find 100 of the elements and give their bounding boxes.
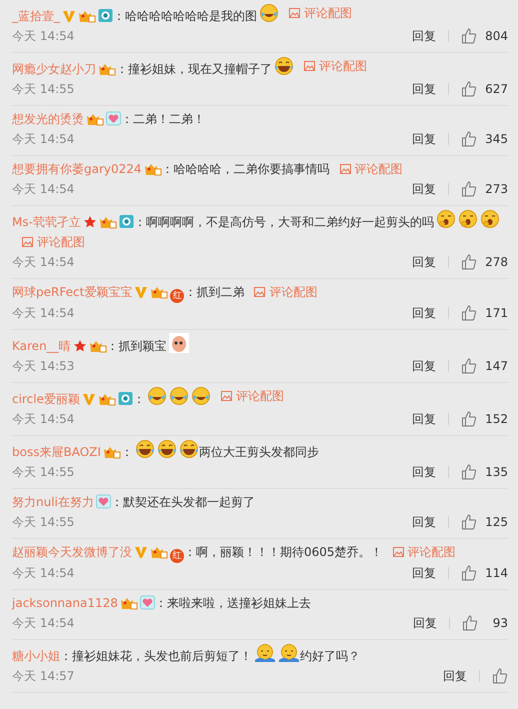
image-icon	[220, 391, 232, 401]
comment-time: 今天 14:55	[12, 464, 74, 481]
user-name-link[interactable]: 想要拥有你萎gary0224	[12, 162, 142, 176]
reply-link[interactable]: 回复	[412, 563, 436, 583]
level-icon	[88, 339, 107, 353]
reply-link[interactable]: 回复	[412, 409, 436, 429]
user-name-link[interactable]: 努力nuli在努力	[12, 495, 94, 509]
cartoon-sticker-icon	[168, 333, 189, 353]
comment-time: 今天 14:54	[12, 615, 74, 632]
comment-time: 今天 14:55	[12, 81, 74, 98]
level-icon	[98, 392, 116, 406]
camera-icon	[118, 391, 133, 406]
reply-link[interactable]: 回复	[413, 613, 437, 633]
reply-link[interactable]: 回复	[412, 356, 436, 376]
thumbs-up-icon[interactable]	[461, 358, 478, 374]
vip-icon	[62, 9, 76, 23]
reply-link[interactable]: 回复	[412, 512, 436, 532]
thumbs-up-icon[interactable]	[462, 615, 478, 631]
comment-picture-link[interactable]: 评论配图	[220, 386, 284, 406]
user-name-link[interactable]: circle爱丽颖	[12, 392, 80, 406]
level-icon	[102, 445, 121, 459]
level-icon	[150, 545, 168, 559]
reply-link[interactable]: 回复	[412, 179, 436, 199]
thumbs-up-icon[interactable]	[461, 28, 478, 44]
thumbs-up-icon[interactable]	[461, 565, 478, 581]
comment-time: 今天 14:57	[12, 668, 74, 685]
thumbs-up-icon[interactable]	[461, 514, 478, 530]
user-name-link[interactable]: Karen__晴	[12, 339, 71, 353]
level-icon	[86, 112, 104, 126]
user-name-link[interactable]: Ms-茕茕孑立	[12, 215, 81, 229]
thumbs-up-icon[interactable]	[461, 254, 478, 270]
user-name-link[interactable]: 糖小小姐	[12, 649, 60, 663]
comment-time: 今天 14:54	[12, 181, 74, 198]
thumbs-up-icon[interactable]	[492, 668, 508, 684]
like-count: 114	[485, 565, 508, 582]
vip-icon	[134, 285, 148, 299]
level-icon	[120, 596, 138, 610]
reply-link[interactable]: 回复	[412, 26, 436, 46]
level-icon	[98, 62, 116, 76]
like-count: 278	[485, 254, 508, 271]
reply-link[interactable]: 回复	[412, 303, 436, 323]
thumbs-up-icon[interactable]	[461, 411, 478, 427]
comment-picture-link[interactable]: 评论配图	[304, 56, 367, 76]
image-icon	[392, 547, 404, 557]
comment-text: ：撞衫姐妹，现在又撞帽子了	[116, 62, 272, 76]
like-count: 171	[485, 305, 508, 322]
crying-laugh-emoji-icon	[168, 386, 189, 406]
thumbs-up-icon[interactable]	[461, 81, 478, 97]
camera-icon	[118, 214, 134, 229]
user-name-link[interactable]: 赵丽颖今天发微博了没	[12, 545, 132, 559]
image-icon	[22, 237, 33, 247]
comment-text: ：来啦来啦，送撞衫姐妹上去	[154, 596, 311, 610]
user-name-link[interactable]: 想发光的烫烫	[12, 112, 84, 126]
like-count: 804	[485, 28, 508, 45]
comment-text: 两位大王剪头发都同步	[198, 445, 319, 459]
like-count: 125	[485, 514, 508, 531]
crying-laugh-emoji-icon	[146, 386, 167, 406]
comment-picture-link[interactable]: 评论配图	[392, 542, 456, 562]
thumbs-up-icon[interactable]	[461, 464, 478, 480]
vip-icon	[134, 545, 148, 559]
yawning-emoji-icon	[458, 209, 478, 229]
thumbs-up-icon[interactable]	[461, 181, 478, 197]
thumbs-up-icon[interactable]	[461, 131, 478, 147]
crying-laugh-emoji-icon	[259, 3, 279, 23]
comment-time: 今天 14:55	[12, 514, 74, 531]
image-icon	[254, 287, 266, 297]
shy-emoji-icon	[278, 643, 300, 663]
level-icon	[144, 162, 162, 176]
laughing-emoji-icon	[156, 439, 177, 459]
comment-time: 今天 14:54	[12, 28, 74, 45]
user-name-link[interactable]: 网瘾少女赵小刀	[12, 62, 96, 76]
yawning-emoji-icon	[436, 209, 456, 229]
user-name-link[interactable]: boss来屉BAOZI	[12, 445, 101, 459]
reply-link[interactable]: 回复	[412, 252, 436, 272]
like-count: 273	[485, 181, 508, 198]
reply-link[interactable]: 回复	[412, 79, 436, 99]
star-icon	[82, 215, 97, 229]
comment-text: ：默契还在头发都一起剪了	[110, 495, 255, 509]
comment-text: ：抓到颖宝	[106, 339, 167, 353]
reply-link[interactable]: 回复	[412, 129, 436, 149]
comment-text: ：哈哈哈哈哈哈哈是我的图	[113, 9, 257, 23]
level-icon	[150, 285, 168, 299]
comment-picture-link[interactable]: 评论配图	[289, 3, 352, 23]
comment-picture-link[interactable]: 评论配图	[22, 232, 85, 252]
comment-picture-link[interactable]: 评论配图	[254, 282, 318, 302]
comment-time: 今天 14:54	[12, 305, 74, 322]
user-name-link[interactable]: 网球peRFect爱颖宝宝	[12, 285, 132, 299]
like-count: 147	[485, 358, 508, 375]
image-icon	[289, 8, 300, 18]
like-count: 345	[485, 131, 508, 148]
reply-link[interactable]: 回复	[412, 462, 436, 482]
user-name-link[interactable]: jacksonnana1128	[12, 596, 118, 610]
comment-picture-link[interactable]: 评论配图	[340, 159, 403, 179]
user-name-link[interactable]: _蓝拾壹_	[12, 9, 60, 23]
comment-text: ：啊啊啊啊，不是高仿号，大哥和二弟约好一起剪头的吗	[134, 215, 434, 229]
laughing-emoji-icon	[274, 56, 294, 76]
reply-link[interactable]: 回复	[443, 666, 467, 686]
crying-laugh-emoji-icon	[190, 386, 211, 406]
thumbs-up-icon[interactable]	[461, 305, 478, 321]
comment-time: 今天 14:54	[12, 565, 74, 582]
